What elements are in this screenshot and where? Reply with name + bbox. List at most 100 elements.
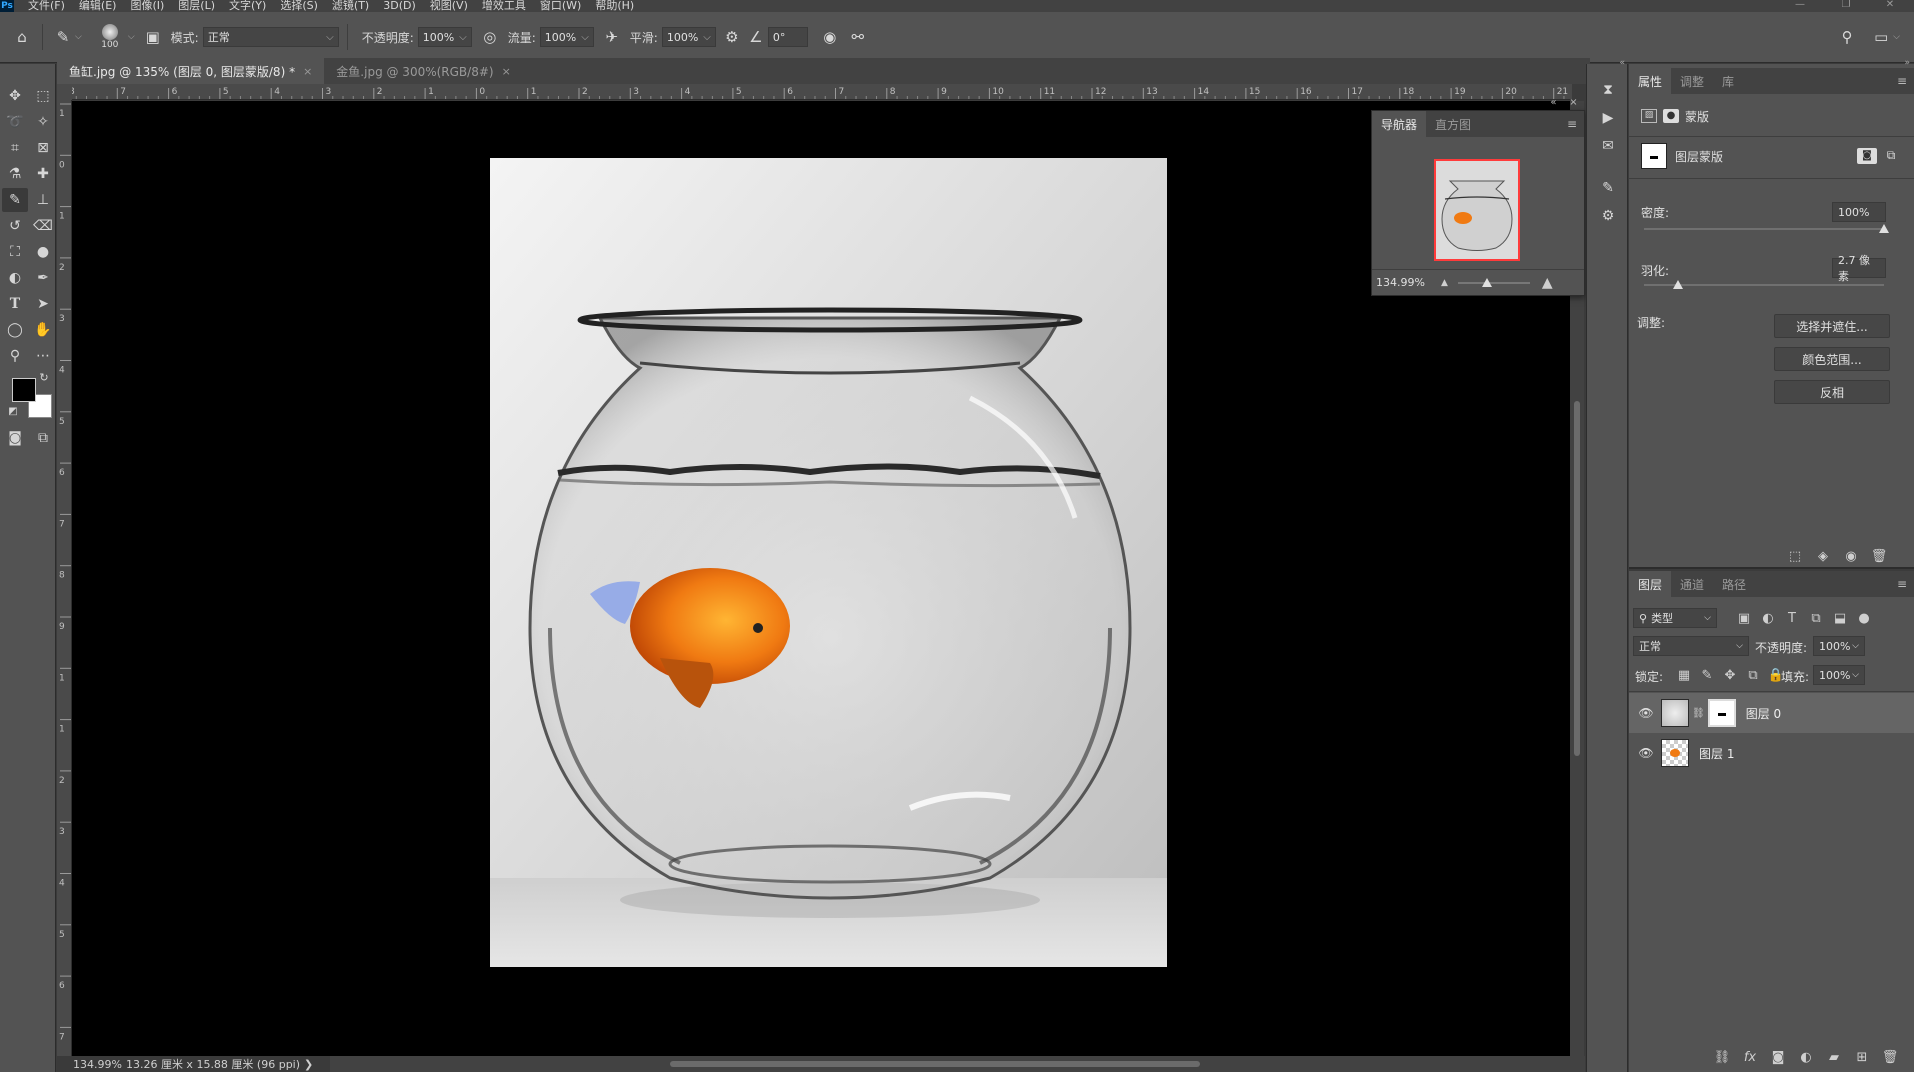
trash-icon[interactable]: 🗑	[1868, 549, 1890, 564]
add-mask-icon[interactable]: ◙	[1767, 1050, 1789, 1065]
pressure-size-icon[interactable]: ◉	[818, 25, 842, 49]
horizontal-scrollbar[interactable]	[330, 1056, 1585, 1072]
tab-fishbowl[interactable]: 鱼缸.jpg @ 135% (图层 0, 图层蒙版/8) * ×	[57, 58, 325, 84]
spot-heal-icon[interactable]: ✚	[30, 162, 56, 186]
folder-icon[interactable]: ▰	[1823, 1050, 1845, 1065]
airbrush-icon[interactable]: ✈	[600, 25, 624, 49]
layer-name[interactable]: 图层 0	[1746, 705, 1781, 722]
gear-icon[interactable]: ⚙	[720, 25, 744, 49]
menu-select[interactable]: 选择(S)	[280, 0, 318, 12]
brush-size-picker[interactable]: 100	[92, 20, 128, 54]
swap-colors-icon[interactable]: ↻	[36, 370, 52, 384]
panel-menu-icon[interactable]: ≡	[1890, 68, 1914, 94]
pen-tool-icon[interactable]: ✒	[30, 266, 56, 290]
eye-icon[interactable]: 👁	[1635, 746, 1657, 760]
apply-mask-icon[interactable]: ◙	[1857, 148, 1877, 164]
apply-mask-icon[interactable]: ◈	[1812, 549, 1834, 564]
density-input[interactable]: 100%	[1832, 202, 1886, 222]
lock-pixels-icon[interactable]: ✎	[1696, 668, 1718, 683]
history-panel-icon[interactable]: ⧗	[1595, 78, 1621, 102]
angle-input[interactable]: 0°	[767, 27, 808, 47]
menu-type[interactable]: 文字(Y)	[229, 0, 266, 12]
add-vector-mask-icon[interactable]: ⧉	[1881, 148, 1901, 164]
link-layers-icon[interactable]: ⛓	[1711, 1050, 1733, 1065]
load-selection-icon[interactable]: ⬚	[1784, 549, 1806, 564]
eraser-tool-icon[interactable]: ⌫	[30, 214, 56, 238]
minimize-button[interactable]: —	[1780, 0, 1820, 12]
adjustment-filter-icon[interactable]: ◐	[1757, 611, 1779, 626]
zoom-out-icon[interactable]: ▲	[1441, 278, 1448, 288]
close-icon[interactable]: ×	[303, 65, 312, 78]
mode-select[interactable]: 正常	[202, 27, 339, 47]
search-icon[interactable]: ⚲	[1835, 25, 1859, 49]
restore-button[interactable]: ❐	[1826, 0, 1866, 12]
comments-panel-icon[interactable]: ✉	[1595, 134, 1621, 158]
panel-menu-icon[interactable]: ≡	[1560, 111, 1584, 137]
shape-filter-icon[interactable]: ⧉	[1805, 611, 1827, 626]
default-colors-icon[interactable]: ◩	[6, 404, 20, 418]
foreground-color-swatch[interactable]	[12, 378, 36, 402]
menu-filter[interactable]: 滤镜(T)	[332, 0, 369, 12]
tab-histogram[interactable]: 直方图	[1426, 111, 1480, 137]
menu-image[interactable]: 图像(I)	[130, 0, 164, 12]
navigator-zoom-value[interactable]: 134.99%	[1376, 276, 1425, 289]
fill-input[interactable]: 100% ⌵	[1813, 665, 1865, 685]
lock-transparency-icon[interactable]: ▦	[1673, 668, 1695, 683]
menu-window[interactable]: 窗口(W)	[540, 0, 581, 12]
smoothing-input[interactable]: 100%	[661, 27, 716, 47]
workspace-icon[interactable]: ▭	[1869, 25, 1893, 49]
new-layer-icon[interactable]: ⊞	[1851, 1050, 1873, 1065]
quick-mask-icon[interactable]: ◙	[2, 426, 28, 450]
link-icon[interactable]: ⛓	[1692, 708, 1705, 719]
tab-channels[interactable]: 通道	[1671, 571, 1713, 597]
tab-navigator[interactable]: 导航器	[1372, 111, 1427, 137]
document-image[interactable]	[490, 158, 1167, 967]
ellipse-tool-icon[interactable]: ◯	[2, 318, 28, 342]
close-window-button[interactable]: ✕	[1870, 0, 1910, 12]
symmetry-icon[interactable]: ⚯	[846, 25, 870, 49]
menu-view[interactable]: 视图(V)	[430, 0, 468, 12]
flow-input[interactable]: 100%	[539, 27, 594, 47]
vector-mask-icon[interactable]: ●	[1663, 109, 1679, 123]
stamp-tool-icon[interactable]: ⊥	[30, 188, 56, 212]
menu-edit[interactable]: 编辑(E)	[79, 0, 117, 12]
more-tools-icon[interactable]: ⋯	[30, 344, 56, 368]
pressure-opacity-icon[interactable]: ◎	[478, 25, 502, 49]
layer-thumbnail[interactable]	[1661, 739, 1689, 767]
tab-properties[interactable]: 属性	[1629, 68, 1672, 94]
density-slider-knob[interactable]	[1879, 224, 1889, 233]
blur-tool-icon[interactable]: ●	[30, 240, 56, 264]
home-icon[interactable]: ⌂	[10, 25, 34, 49]
layer-name[interactable]: 图层 1	[1699, 745, 1734, 762]
zoom-readout[interactable]: 134.99%	[73, 1058, 122, 1071]
hand-tool-icon[interactable]: ✋	[30, 318, 56, 342]
adjustment-layer-icon[interactable]: ◐	[1795, 1050, 1817, 1065]
invert-button[interactable]: 反相	[1774, 380, 1890, 404]
brush-tool-preset-icon[interactable]: ✎	[51, 25, 75, 49]
scroll-thumb[interactable]	[670, 1061, 1200, 1067]
paint-bucket-icon[interactable]: ⛶	[2, 240, 28, 264]
zoom-slider[interactable]	[1457, 277, 1530, 287]
history-brush-icon[interactable]: ↺	[2, 214, 28, 238]
density-slider[interactable]	[1644, 224, 1889, 233]
close-icon[interactable]: ×	[1569, 97, 1577, 111]
eyedropper-icon[interactable]: ⚗	[2, 162, 28, 186]
menu-3d[interactable]: 3D(D)	[383, 0, 416, 12]
close-icon[interactable]: ×	[502, 65, 511, 78]
zoom-tool-icon[interactable]: ⚲	[2, 344, 28, 368]
trash-icon[interactable]: 🗑	[1879, 1050, 1901, 1065]
lasso-tool-icon[interactable]: ➰	[2, 110, 28, 134]
tab-layers[interactable]: 图层	[1629, 571, 1672, 597]
collapse-icon[interactable]: «	[1550, 97, 1556, 111]
layer-row[interactable]: 👁 ⛓ 图层 0	[1629, 693, 1914, 733]
select-and-mask-button[interactable]: 选择并遮住...	[1774, 314, 1890, 338]
eye-icon[interactable]: 👁	[1635, 706, 1657, 720]
brushes-panel-icon[interactable]: ✎	[1595, 176, 1621, 200]
feather-slider[interactable]	[1644, 280, 1884, 289]
chevron-down-icon[interactable]: ⌵	[75, 32, 82, 42]
status-arrow-icon[interactable]: ❯	[304, 1058, 313, 1071]
opacity-input[interactable]: 100%	[417, 27, 472, 47]
pixel-mask-icon[interactable]: ▨	[1641, 109, 1657, 123]
eye-icon[interactable]: ◉	[1840, 549, 1862, 564]
tab-paths[interactable]: 路径	[1713, 571, 1755, 597]
